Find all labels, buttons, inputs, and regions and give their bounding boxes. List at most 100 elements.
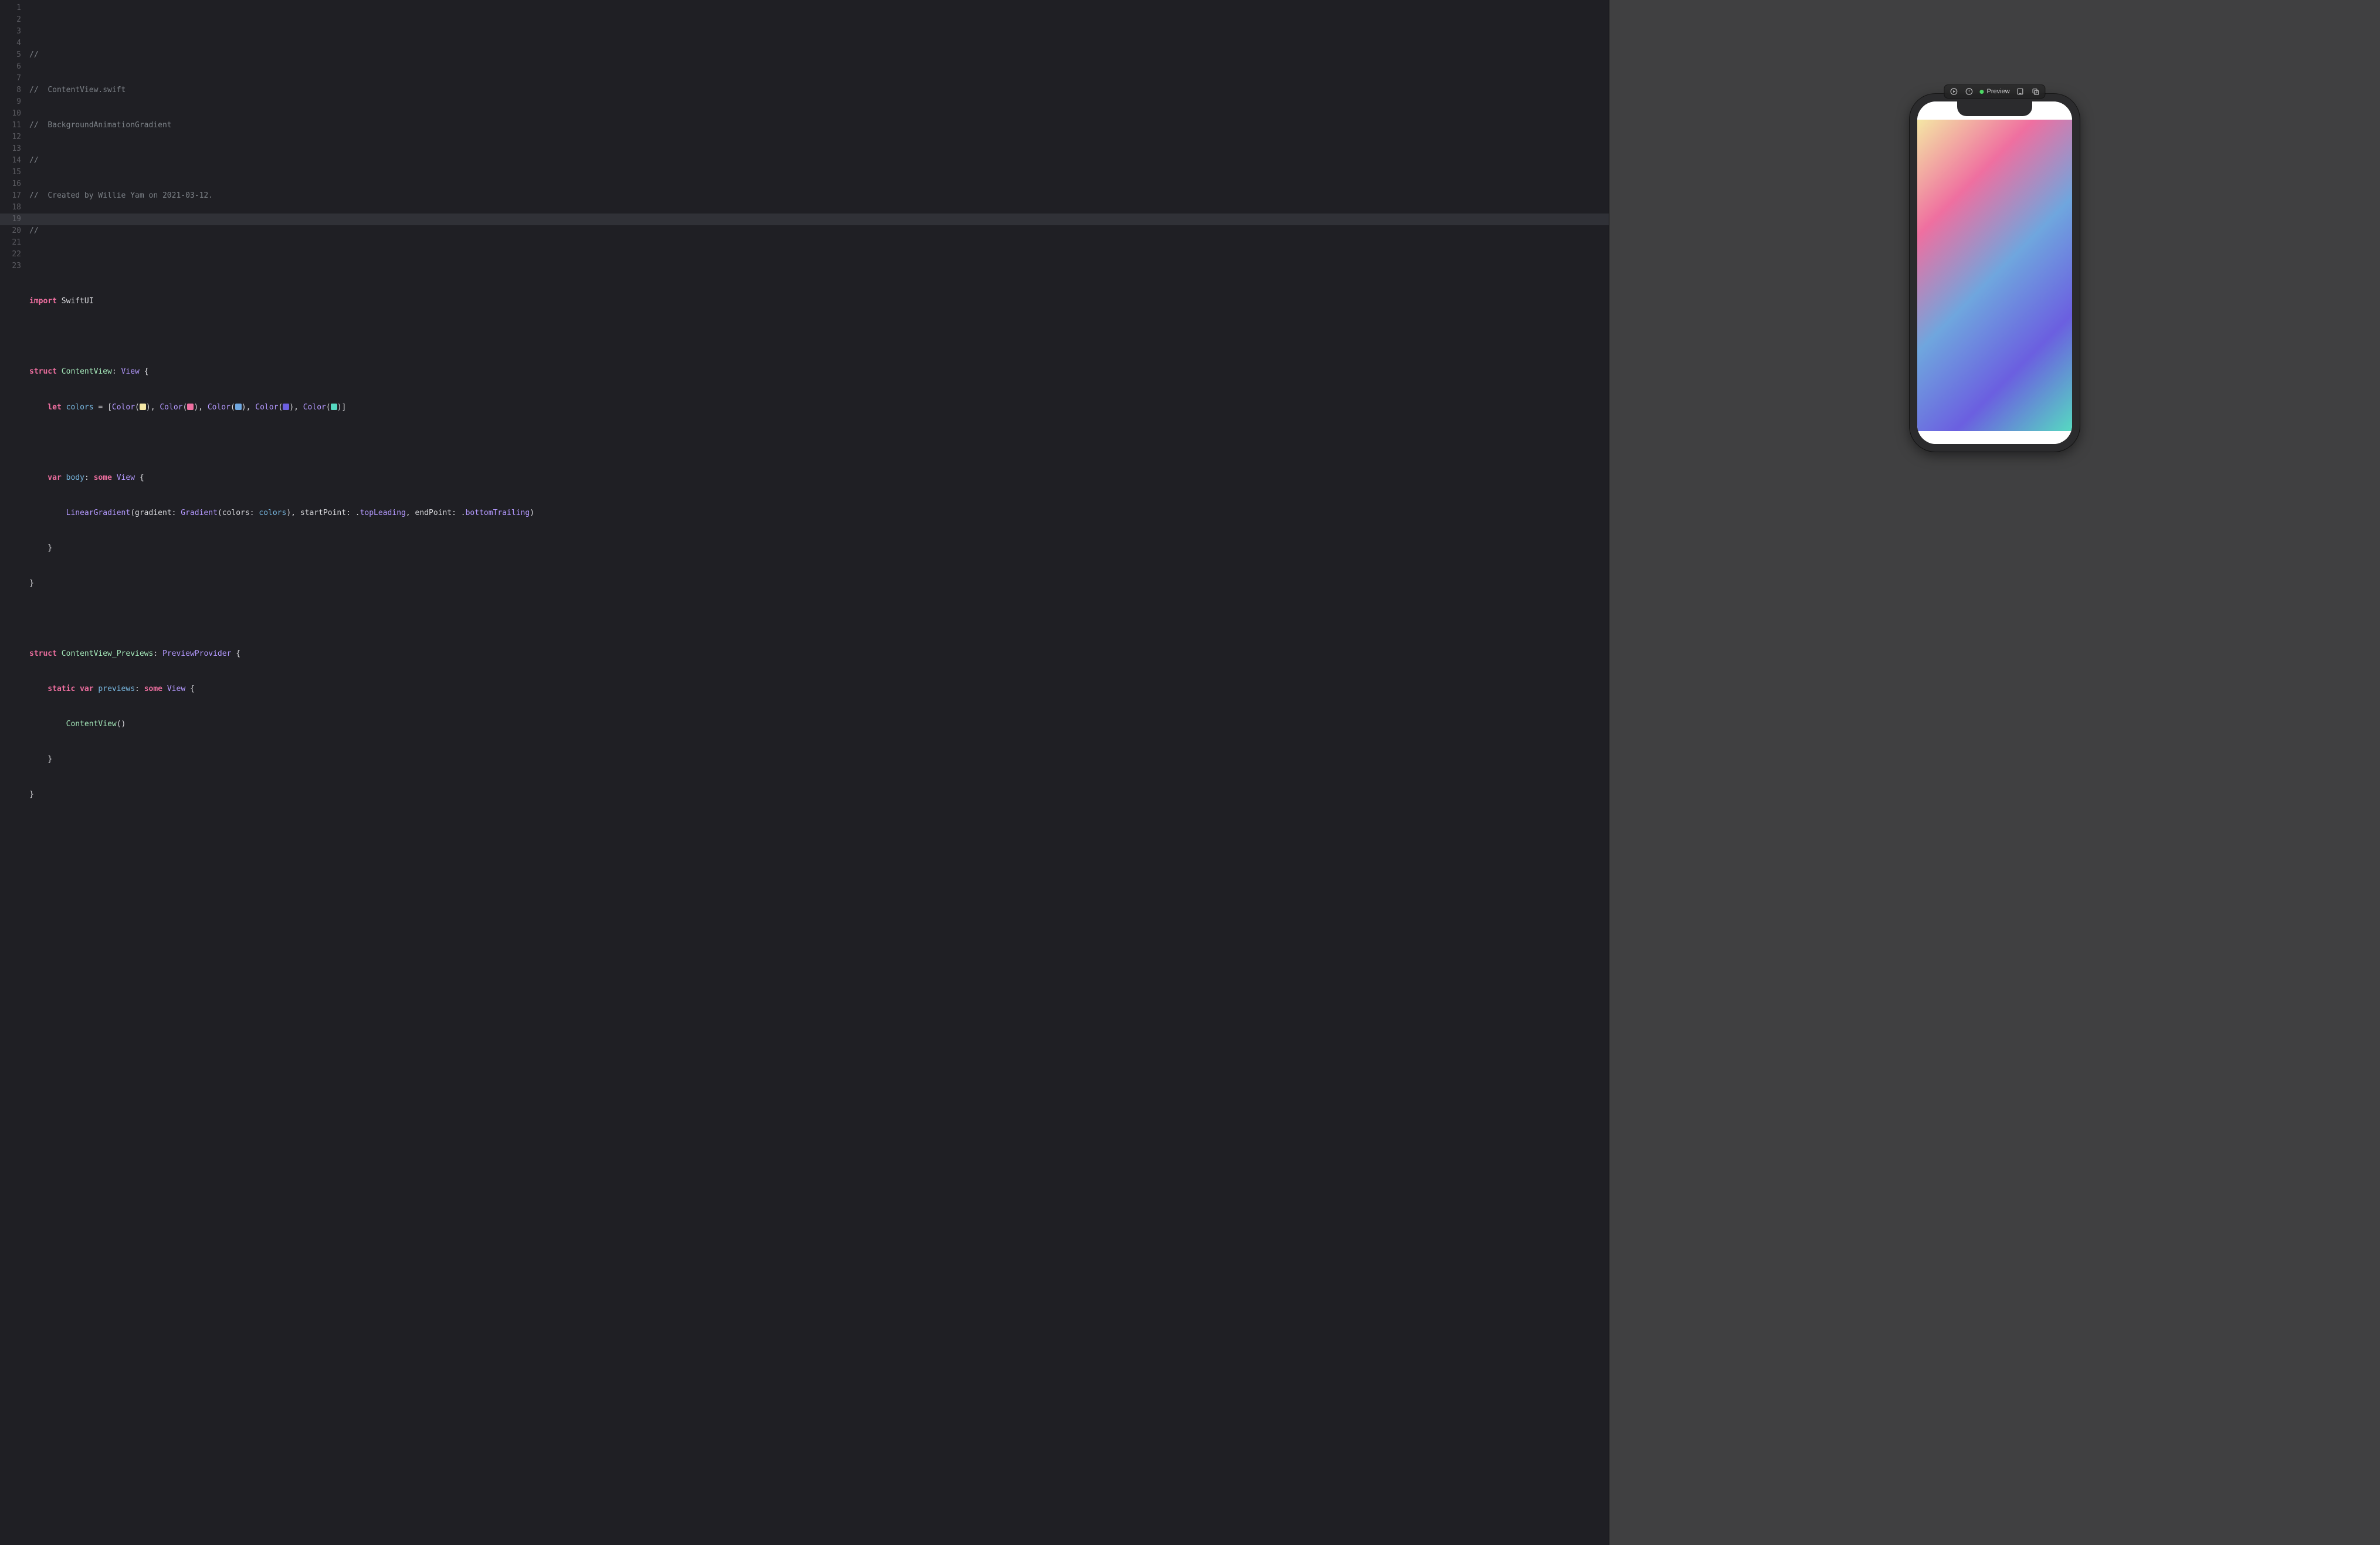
line-number: 11 xyxy=(0,120,21,131)
code-text: struct xyxy=(29,649,57,658)
line-number: 23 xyxy=(0,260,21,272)
code-text xyxy=(29,509,66,517)
code-text: (gradient: xyxy=(130,509,181,517)
status-dot-icon xyxy=(1980,90,1984,94)
line-number: 10 xyxy=(0,108,21,120)
code-text: (colors: xyxy=(218,509,259,517)
code-text: , xyxy=(246,403,256,412)
code-text xyxy=(29,720,66,729)
code-text: some xyxy=(94,473,112,482)
code-text: body xyxy=(62,473,84,482)
line-number: 12 xyxy=(0,131,21,143)
code-text: // xyxy=(29,156,39,165)
inspect-icon[interactable] xyxy=(1965,87,1974,96)
code-text: ) xyxy=(242,403,246,412)
code-text: colors xyxy=(62,403,94,412)
code-text: // xyxy=(29,50,39,59)
code-text: var xyxy=(29,473,62,482)
code-text: let xyxy=(29,403,62,412)
line-number: 13 xyxy=(0,143,21,155)
safe-area-bottom xyxy=(1917,431,2072,444)
code-text: ContentView xyxy=(66,720,117,729)
code-text: ( xyxy=(135,403,140,412)
code-text: // xyxy=(29,86,48,94)
code-text: LinearGradient xyxy=(66,509,131,517)
preview-status: Preview xyxy=(1980,88,2010,95)
code-text: ContentView.swift xyxy=(48,86,126,94)
code-text: ( xyxy=(183,403,188,412)
code-text: var xyxy=(75,685,93,693)
line-number: 20 xyxy=(0,225,21,237)
device-notch xyxy=(1957,101,2032,116)
line-number: 21 xyxy=(0,237,21,249)
code-text: BackgroundAnimationGradient xyxy=(48,121,171,130)
code-text: ContentView_Previews xyxy=(57,649,153,658)
code-text: Created by Willie Yam on 2021-03-12. xyxy=(48,191,213,200)
code-text: View xyxy=(112,473,135,482)
color-swatch-icon[interactable] xyxy=(235,404,242,410)
live-preview-icon[interactable] xyxy=(1950,87,1959,96)
code-text: // xyxy=(29,121,48,130)
line-number: 17 xyxy=(0,190,21,202)
code-text: : xyxy=(153,649,162,658)
code-text: Color xyxy=(160,403,182,412)
code-text: View xyxy=(162,685,185,693)
code-text: topLeading xyxy=(360,509,406,517)
code-text: { xyxy=(135,473,144,482)
code-text: PreviewProvider xyxy=(162,649,231,658)
line-number: 1 xyxy=(0,2,21,14)
preview-device-screen xyxy=(1917,101,2072,444)
preview-status-label: Preview xyxy=(1987,88,2010,95)
code-text: ( xyxy=(278,403,283,412)
xcode-window: 1234567891011121314151617181920212223 //… xyxy=(0,0,2380,1545)
code-text: ) xyxy=(337,403,342,412)
code-text: // xyxy=(29,191,48,200)
line-number: 16 xyxy=(0,178,21,190)
color-swatch-icon[interactable] xyxy=(140,404,146,410)
line-number: 5 xyxy=(0,49,21,61)
code-text: ) xyxy=(530,509,534,517)
code-text: : xyxy=(135,685,144,693)
code-text: ) xyxy=(146,403,151,412)
code-text: static xyxy=(29,685,75,693)
duplicate-preview-icon[interactable] xyxy=(2031,87,2040,96)
code-text: , xyxy=(151,403,160,412)
code-text: ) xyxy=(194,403,198,412)
code-text: : xyxy=(84,473,94,482)
line-number: 8 xyxy=(0,84,21,96)
code-text: } xyxy=(29,790,34,799)
color-swatch-icon[interactable] xyxy=(331,404,337,410)
code-text: } xyxy=(29,579,34,588)
code-text: { xyxy=(185,685,195,693)
code-text: Color xyxy=(255,403,278,412)
line-number: 22 xyxy=(0,249,21,260)
code-area[interactable]: // // ContentView.swift // BackgroundAni… xyxy=(26,0,1609,1545)
code-text: : xyxy=(112,367,121,376)
code-text: Color xyxy=(303,403,326,412)
line-number-gutter: 1234567891011121314151617181920212223 xyxy=(0,0,26,1545)
code-text: import xyxy=(29,297,57,306)
line-number: 4 xyxy=(0,38,21,49)
code-text: colors xyxy=(259,509,286,517)
code-text: Color xyxy=(208,403,230,412)
device-settings-icon[interactable] xyxy=(2016,87,2025,96)
line-number: 9 xyxy=(0,96,21,108)
preview-canvas-pane[interactable]: Preview xyxy=(1609,0,2380,1545)
code-text: SwiftUI xyxy=(57,297,94,306)
line-number: 15 xyxy=(0,167,21,178)
code-text: } xyxy=(29,755,52,764)
code-text: ), startPoint: . xyxy=(286,509,360,517)
code-text: struct xyxy=(29,367,57,376)
line-number: 7 xyxy=(0,73,21,84)
preview-gradient-content xyxy=(1917,120,2072,431)
color-swatch-icon[interactable] xyxy=(187,404,194,410)
code-editor-pane[interactable]: 1234567891011121314151617181920212223 //… xyxy=(0,0,1609,1545)
code-text: ) xyxy=(289,403,294,412)
line-number: 18 xyxy=(0,202,21,214)
code-text: some xyxy=(144,685,162,693)
code-text: previews xyxy=(94,685,135,693)
code-text: , xyxy=(294,403,303,412)
color-swatch-icon[interactable] xyxy=(283,404,289,410)
preview-device-frame[interactable] xyxy=(1910,94,2080,452)
code-text: , xyxy=(198,403,208,412)
